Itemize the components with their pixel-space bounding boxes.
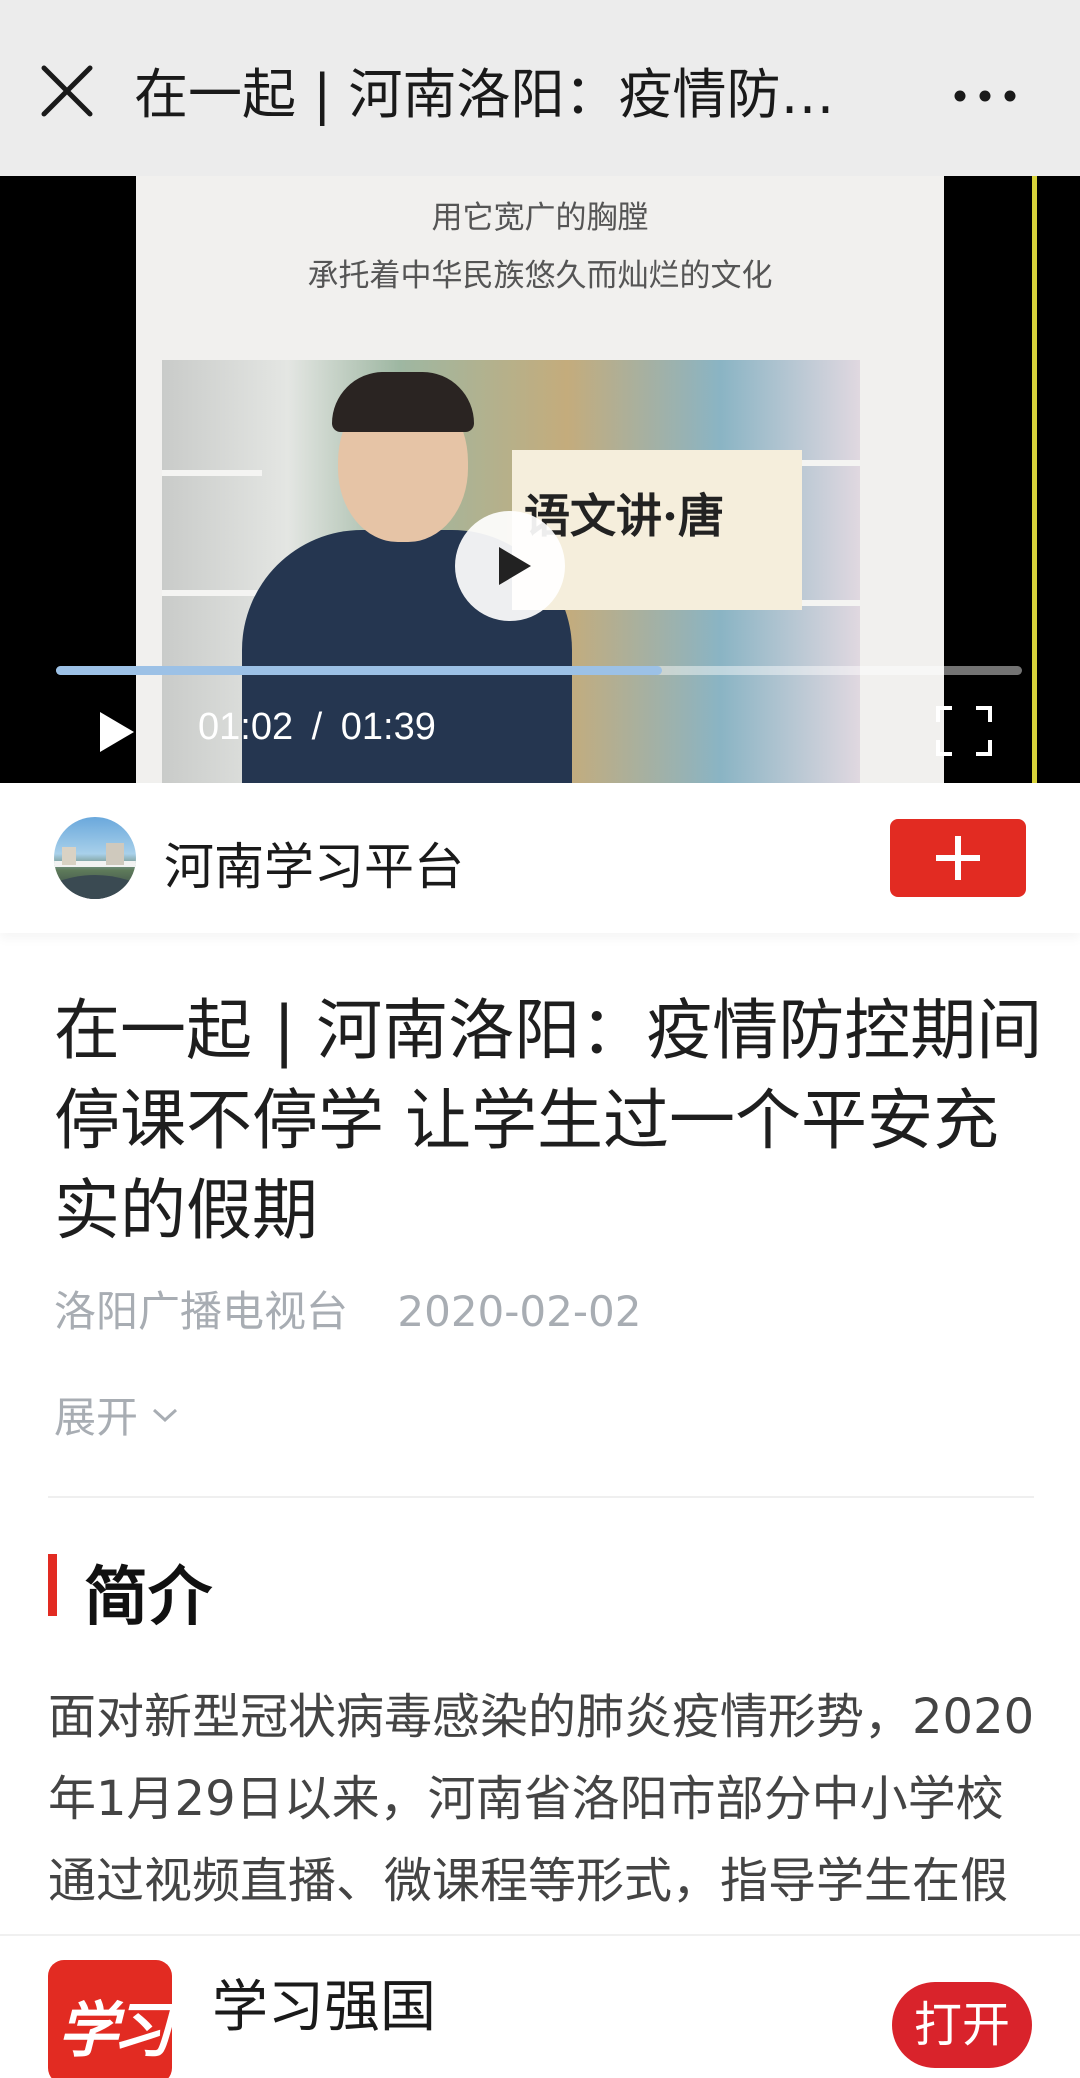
close-icon[interactable]	[36, 60, 98, 122]
plus-icon-vertical	[955, 836, 961, 880]
section-title: 简介	[84, 1561, 212, 1635]
progress-bar[interactable]	[56, 666, 1022, 675]
fullscreen-icon[interactable]	[934, 704, 994, 758]
bookshelf-board	[162, 470, 262, 476]
follow-button[interactable]	[890, 819, 1026, 897]
article-meta: 洛阳广播电视台 2020-02-02	[54, 1278, 641, 1339]
article-source: 洛阳广播电视台	[54, 1287, 349, 1336]
progress-fill	[56, 666, 662, 675]
page-title: 在一起 | 河南洛阳：疫情防…	[134, 63, 835, 126]
frame-accent-line	[1032, 176, 1037, 783]
account-name[interactable]: 河南学习平台	[164, 827, 464, 899]
current-time: 01:02	[198, 706, 294, 748]
duration: 01:39	[340, 706, 436, 748]
open-app-button[interactable]: 打开	[892, 1982, 1032, 2068]
expand-button[interactable]: 展开	[54, 1384, 180, 1445]
chevron-down-icon	[153, 1408, 178, 1422]
more-dots-icon[interactable]	[950, 76, 1020, 116]
intro-text: 面对新型冠状病毒感染的肺炎疫情形势，2020年1月29日以来，河南省洛阳市部分中…	[48, 1689, 1035, 1938]
video-caption-line-2: 承托着中华民族悠久而灿烂的文化	[307, 258, 773, 294]
account-row: 河南学习平台	[0, 783, 1080, 933]
video-player[interactable]: 用它宽广的胸膛 承托着中华民族悠久而灿烂的文化 语文讲·唐 01:02 / 01…	[0, 176, 1080, 783]
divider	[48, 1496, 1034, 1498]
app-logo: 学习	[48, 1960, 172, 2078]
time-separator: /	[311, 706, 323, 748]
top-bar: 在一起 | 河南洛阳：疫情防…	[0, 0, 1080, 176]
article-date: 2020-02-02	[397, 1287, 642, 1336]
avatar[interactable]	[54, 817, 136, 899]
video-frame: 用它宽广的胸膛 承托着中华民族悠久而灿烂的文化 语文讲·唐	[136, 176, 1037, 783]
bookshelf-board	[162, 590, 262, 596]
expand-label: 展开	[54, 1393, 139, 1442]
play-icon[interactable]	[455, 511, 565, 621]
app-logo-text: 学习	[58, 1996, 172, 2066]
app-promo-bar: 学习 学习强国 打开	[0, 1934, 1080, 2078]
article-title: 在一起 | 河南洛阳：疫情防控期间停课不停学 让学生过一个平安充实的假期	[54, 992, 1043, 1249]
play-button[interactable]	[96, 710, 136, 754]
time-display: 01:02 / 01:39	[198, 706, 436, 749]
video-caption-line-1: 用它宽广的胸膛	[431, 200, 649, 236]
app-name: 学习强国	[212, 1975, 436, 2040]
section-accent-bar	[48, 1554, 57, 1616]
presenter-hair	[332, 372, 474, 432]
